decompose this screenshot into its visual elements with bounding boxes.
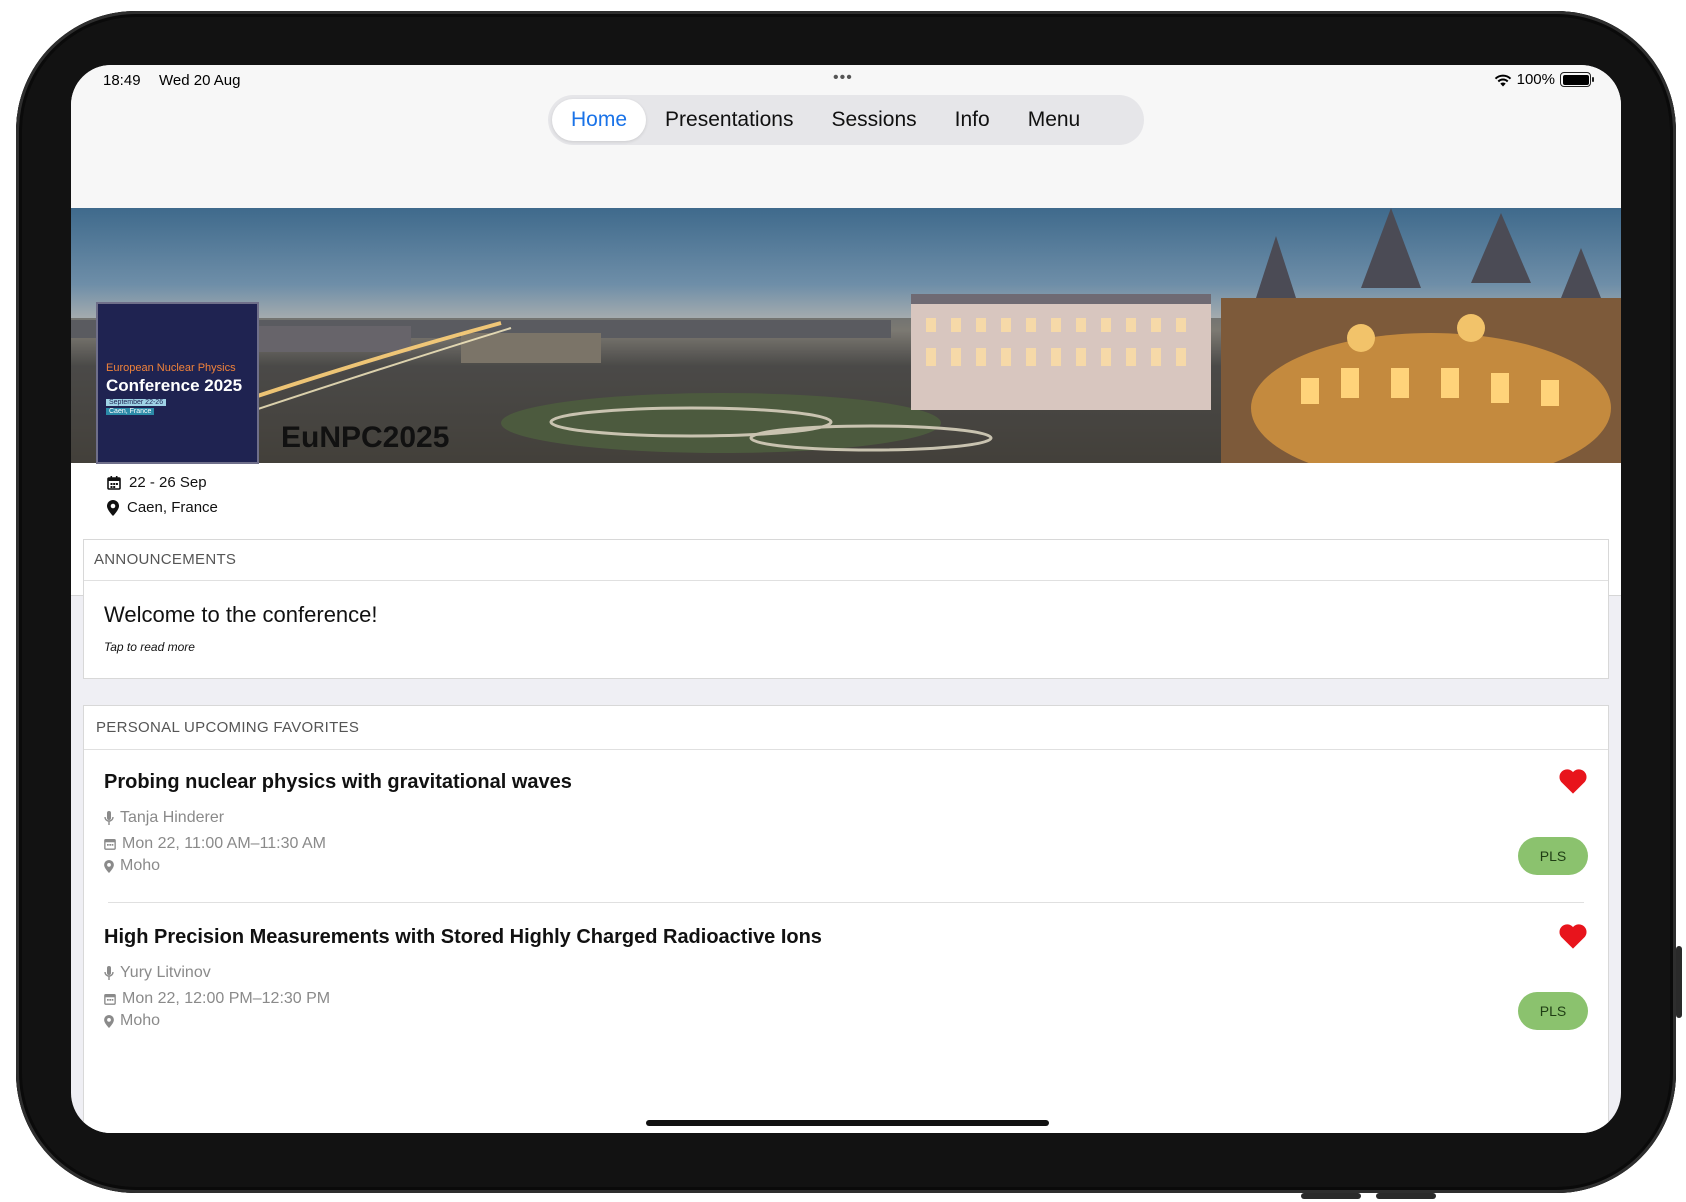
announcement-title[interactable]: Welcome to the conference! (104, 602, 378, 628)
heart-icon[interactable] (1558, 767, 1588, 795)
logo-line-4: Caen, France (106, 408, 155, 415)
item-separator (108, 902, 1584, 903)
status-bar: 18:49 Wed 20 Aug ••• 100% (71, 65, 1621, 95)
navigation-bar: Home Presentations Sessions Info Menu (71, 95, 1621, 209)
speaker-line: Tanja Hinderer (104, 809, 224, 827)
status-time: 18:49 (103, 72, 141, 89)
top-button-1 (1301, 1193, 1361, 1199)
calendar-icon (107, 475, 121, 490)
calendar-icon (104, 994, 116, 1005)
room-line: Moho (104, 1012, 160, 1030)
session-time: Mon 22, 12:00 PM–12:30 PM (122, 990, 331, 1007)
calendar-icon (104, 839, 116, 850)
favorite-item[interactable]: High Precision Measurements with Stored … (84, 904, 1608, 1069)
presentation-title[interactable]: High Precision Measurements with Stored … (104, 926, 822, 949)
dates-text: 22 - 26 Sep (129, 474, 207, 491)
location-pin-icon (104, 1014, 114, 1028)
segmented-tab-bar: Home Presentations Sessions Info Menu (548, 95, 1144, 145)
wifi-icon (1494, 74, 1511, 86)
speaker-name: Yury Litvinov (120, 964, 211, 981)
favorites-header: PERSONAL UPCOMING FAVORITES (84, 706, 1608, 750)
announcements-card[interactable]: ANNOUNCEMENTS Welcome to the conference!… (83, 539, 1609, 679)
location-text: Caen, France (127, 499, 218, 516)
tab-presentations[interactable]: Presentations (646, 99, 812, 141)
announcements-header: ANNOUNCEMENTS (84, 540, 1608, 581)
conference-logo: European Nuclear Physics Conference 2025… (96, 302, 259, 464)
location-pin-icon (104, 859, 114, 873)
tab-sessions[interactable]: Sessions (812, 99, 935, 141)
status-right: 100% (1494, 71, 1594, 88)
microphone-icon (104, 965, 114, 980)
home-indicator[interactable] (646, 1120, 1049, 1126)
multitasking-dots[interactable]: ••• (833, 69, 853, 87)
conference-dates: 22 - 26 Sep (107, 474, 207, 491)
announcement-read-more[interactable]: Tap to read more (104, 640, 195, 654)
favorites-card: PERSONAL UPCOMING FAVORITES Probing nucl… (83, 705, 1609, 1133)
conference-name: EuNPC2025 (281, 421, 450, 454)
room-name: Moho (120, 1012, 161, 1029)
time-line: Mon 22, 11:00 AM–11:30 AM (104, 835, 326, 853)
status-date: Wed 20 Aug (159, 72, 241, 89)
logo-line-3: September 22-26 (106, 399, 167, 406)
session-type-badge: PLS (1518, 992, 1588, 1030)
heart-icon[interactable] (1558, 922, 1588, 950)
room-line: Moho (104, 857, 160, 875)
microphone-icon (104, 810, 114, 825)
favorite-item[interactable]: Probing nuclear physics with gravitation… (84, 749, 1608, 914)
session-type-badge: PLS (1518, 837, 1588, 875)
battery-percentage: 100% (1516, 71, 1555, 88)
presentation-title[interactable]: Probing nuclear physics with gravitation… (104, 771, 572, 794)
speaker-name: Tanja Hinderer (120, 809, 225, 826)
logo-line-1: European Nuclear Physics (106, 362, 236, 374)
conference-location: Caen, France (107, 499, 218, 516)
battery-icon (1560, 72, 1594, 87)
session-time: Mon 22, 11:00 AM–11:30 AM (122, 835, 326, 852)
time-line: Mon 22, 12:00 PM–12:30 PM (104, 990, 330, 1008)
location-pin-icon (107, 499, 119, 516)
tab-home[interactable]: Home (552, 99, 647, 141)
room-name: Moho (120, 857, 161, 874)
app-screen: 18:49 Wed 20 Aug ••• 100% Home Presentat… (71, 65, 1621, 1133)
tab-menu[interactable]: Menu (1009, 99, 1100, 141)
speaker-line: Yury Litvinov (104, 964, 211, 982)
logo-line-2: Conference 2025 (106, 376, 243, 395)
tab-info[interactable]: Info (936, 99, 1009, 141)
top-button-2 (1376, 1193, 1436, 1199)
volume-button (1676, 946, 1682, 1018)
